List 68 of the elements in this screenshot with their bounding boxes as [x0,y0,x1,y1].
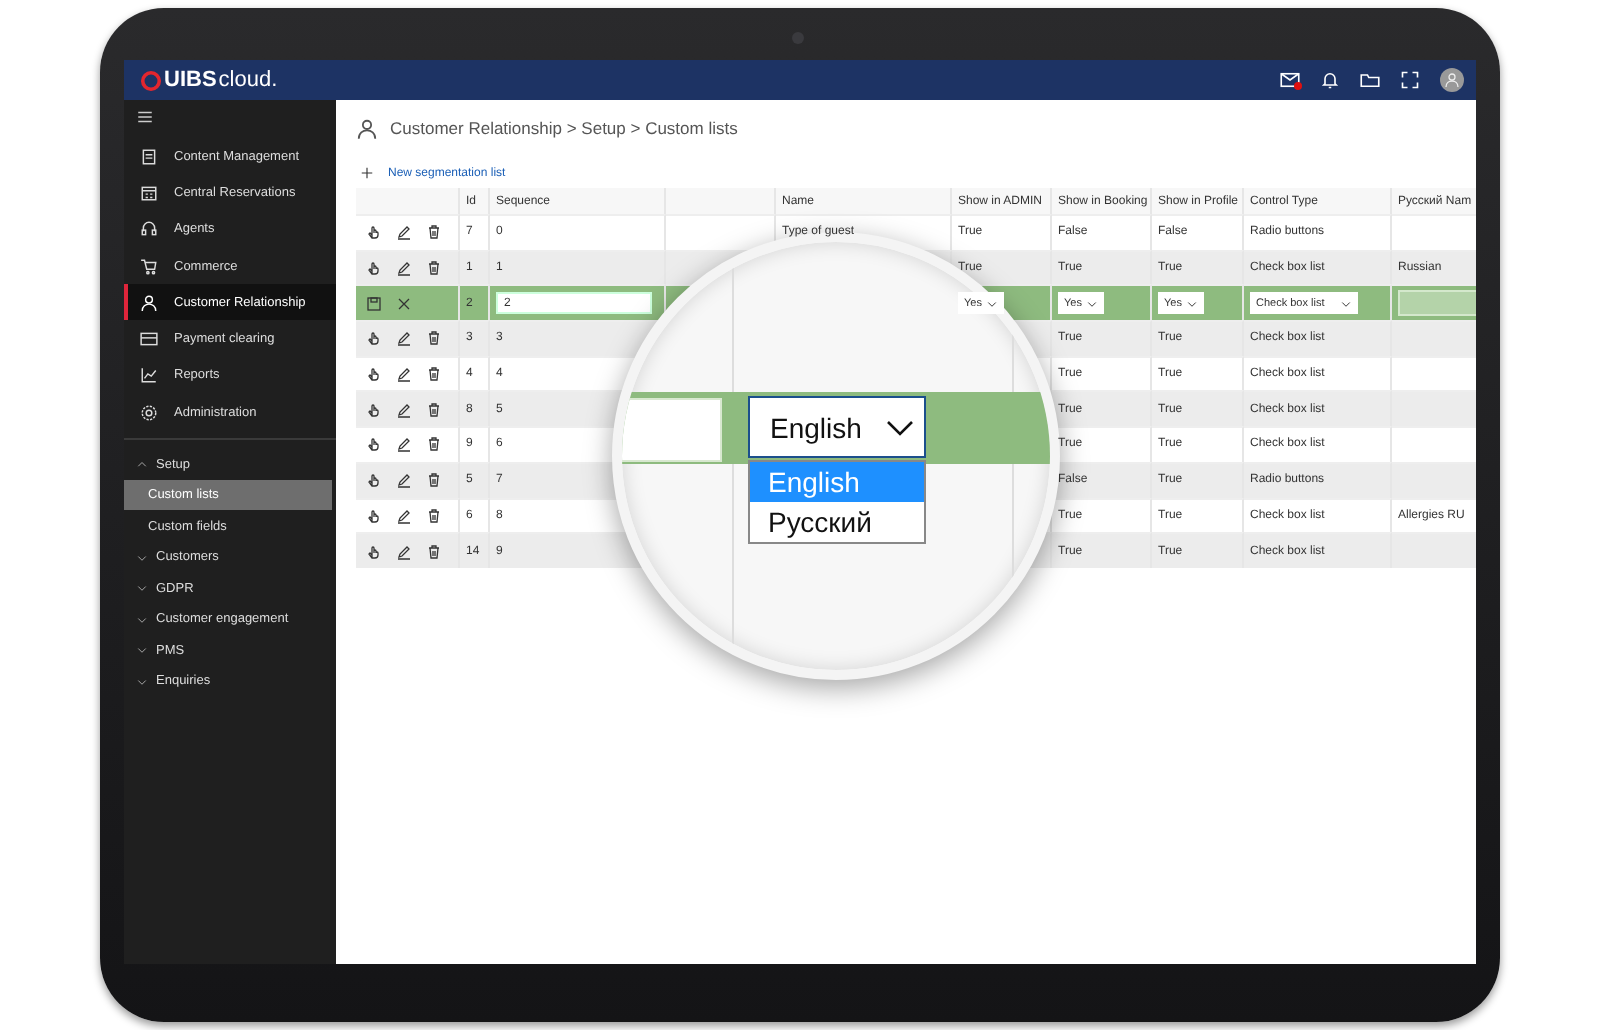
chevron-down-icon [136,675,148,688]
pencil-icon [396,260,412,277]
headset-icon [140,220,158,239]
hand-icon [366,366,382,383]
dropdown-option[interactable]: Русский [750,502,924,542]
pencil-icon [396,507,412,524]
chevron-icon [985,297,998,310]
folder-icon [1360,70,1380,90]
hand-icon [366,260,382,277]
pencil-icon [396,330,412,347]
pencil-icon [396,366,412,383]
chevron-icon [1085,297,1098,310]
mail-icon [1280,70,1300,90]
fullscreen-icon [1400,70,1420,90]
hand-icon [366,472,382,489]
hand-icon [366,543,382,560]
hand-icon [366,330,382,347]
trash-icon [426,472,442,489]
chart-icon [140,366,158,385]
trash-icon [426,330,442,347]
table-cell [1392,532,1476,568]
column-header [666,188,776,214]
logo-suffix: cloud. [218,68,278,92]
document-icon [140,147,158,166]
pencil-icon [396,543,412,560]
chevron-down-icon [136,644,148,657]
hand-icon [366,401,382,418]
table-cell [1392,390,1476,427]
breadcrumb: Customer Relationship > Setup > Custom lists [390,118,738,138]
pencil-icon [396,436,412,453]
pencil-icon [396,401,412,418]
avatar-icon[interactable] [1440,68,1464,92]
trash-icon [426,401,442,418]
chevron-icon [1185,297,1198,310]
close-icon [396,295,412,312]
bell-icon [1320,70,1340,90]
chevron-down-icon [136,551,148,564]
gear-icon [140,403,158,422]
trash-icon [426,260,442,277]
cart-icon [140,257,158,276]
logo-brand: UIBS [164,68,217,92]
table-cell [1392,461,1476,497]
hand-icon [366,436,382,453]
ring-icon [140,69,162,91]
person-icon [1444,72,1460,88]
hand-icon [366,507,382,524]
person-icon [356,117,378,139]
menu-icon [136,108,154,126]
chevron-down-icon [136,613,148,626]
pencil-icon [396,224,412,241]
chevron-icon [1340,297,1352,310]
plus-icon [360,166,374,180]
card-icon [140,330,158,349]
trash-icon [426,224,442,241]
trash-icon [426,543,442,560]
save-icon [366,295,382,312]
chevron-down-icon [136,582,148,595]
russian-name-field[interactable] [1398,290,1476,317]
trash-icon [426,366,442,383]
person-icon [140,293,158,312]
chevron-up-icon [136,458,148,471]
calendar-icon [140,183,158,202]
hand-icon [366,224,382,241]
text-field[interactable] [622,398,722,462]
trash-icon [426,507,442,524]
trash-icon [426,436,442,453]
language-select[interactable]: English [748,396,926,458]
pencil-icon [396,472,412,489]
